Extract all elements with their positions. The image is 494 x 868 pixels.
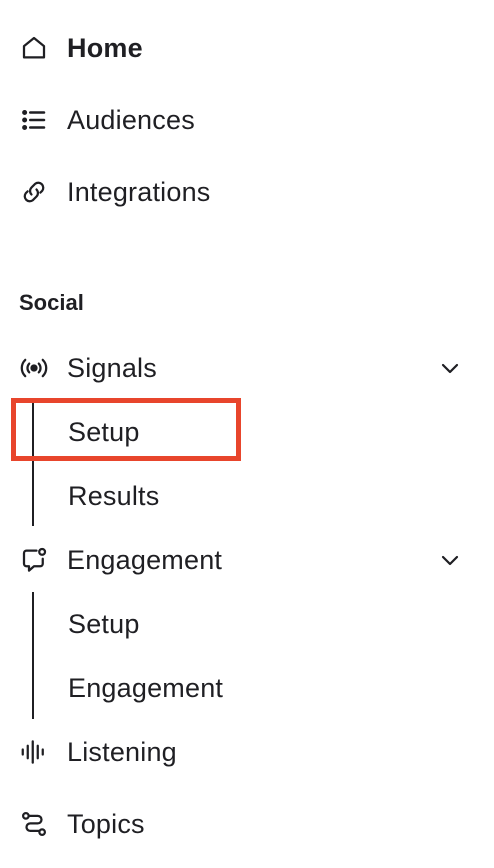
highlight-box — [11, 398, 241, 461]
nav-item-home-label: Home — [67, 32, 143, 63]
nav-item-integrations-label: Integrations — [67, 176, 211, 207]
section-label-social: Social — [19, 290, 84, 315]
subnav-signals-results[interactable]: Results — [0, 468, 494, 524]
nav-item-listening[interactable]: Listening — [0, 724, 494, 780]
subnav-engagement-engagement[interactable]: Engagement — [0, 660, 494, 716]
chevron-down-icon[interactable] — [436, 546, 464, 574]
subnav-engagement-setup-label: Setup — [68, 608, 140, 639]
nav-item-signals-label: Signals — [67, 352, 157, 383]
nav-item-engagement-label: Engagement — [67, 544, 223, 575]
nav-item-audiences[interactable]: Audiences — [0, 92, 494, 148]
nav-item-signals[interactable]: Signals — [0, 340, 494, 396]
list-icon — [18, 104, 50, 136]
nav-item-listening-label: Listening — [67, 736, 177, 767]
link-icon — [18, 176, 50, 208]
route-icon — [18, 808, 50, 840]
nav-item-engagement[interactable]: Engagement — [0, 532, 494, 588]
nav-item-integrations[interactable]: Integrations — [0, 164, 494, 220]
chat-bubble-icon — [18, 544, 50, 576]
subnav-engagement-engagement-label: Engagement — [68, 672, 224, 703]
nav-item-audiences-label: Audiences — [67, 104, 195, 135]
subnav-engagement-setup[interactable]: Setup — [0, 596, 494, 652]
broadcast-icon — [18, 352, 50, 384]
home-icon — [18, 32, 50, 64]
nav-item-topics[interactable]: Topics — [0, 796, 494, 852]
subnav-signals-results-label: Results — [68, 480, 160, 511]
chevron-down-icon[interactable] — [436, 354, 464, 382]
waveform-icon — [18, 736, 50, 768]
nav-item-home[interactable]: Home — [0, 20, 494, 76]
nav-item-topics-label: Topics — [67, 808, 145, 839]
